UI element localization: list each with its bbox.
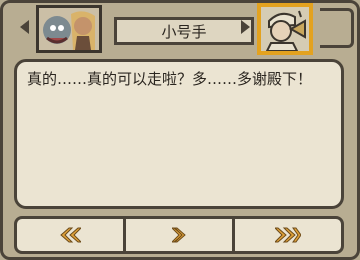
- portrait-speaker: [257, 3, 313, 55]
- characters-portrait-icon: [39, 8, 99, 50]
- previous-button[interactable]: [17, 219, 126, 251]
- double-chevron-right-icon: [275, 227, 301, 243]
- dialog-controls: [14, 216, 344, 254]
- speaker-name-plate: 小号手: [114, 17, 254, 45]
- dialog-text: 真的……真的可以走啦？多……多谢殿下！: [27, 70, 313, 88]
- double-chevron-left-icon: [60, 227, 81, 243]
- speaker-bar: 小号手: [0, 0, 360, 60]
- scroll-right-arrow-icon: [241, 20, 250, 34]
- speaker-name: 小号手: [161, 22, 207, 41]
- skip-button[interactable]: [235, 219, 341, 251]
- chevron-right-icon: [172, 227, 186, 243]
- next-button[interactable]: [126, 219, 235, 251]
- trumpeter-portrait-icon: [261, 7, 309, 51]
- portrait-other-characters: [36, 5, 102, 53]
- frame-corner-right: [320, 8, 354, 48]
- scroll-left-arrow-icon: [20, 20, 29, 34]
- dialog-text-box: 真的……真的可以走啦？多……多谢殿下！: [14, 59, 344, 209]
